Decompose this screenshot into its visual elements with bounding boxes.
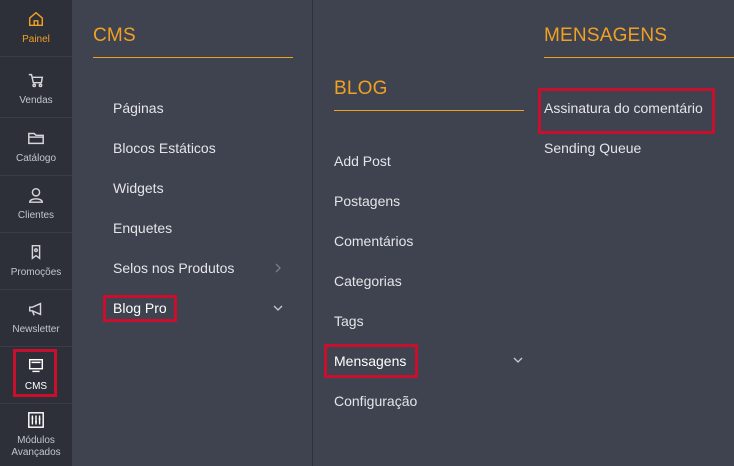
menu-item-blog-pro[interactable]: Blog Pro [113, 300, 167, 316]
rail-label-painel: Painel [22, 34, 50, 45]
rail-label-modulos: Módulos [17, 435, 55, 446]
cms-submenu: CMS Páginas Blocos Estáticos Widgets Enq… [72, 0, 313, 466]
chevron-down-icon [513, 357, 523, 363]
admin-sidebar: Painel Vendas Catálogo Clientes Promoçõe… [0, 0, 72, 466]
blog-title: BLOG [334, 78, 388, 99]
cart-icon [28, 73, 44, 88]
chevron-down-icon [273, 305, 283, 311]
folder-icon [28, 132, 44, 145]
rail-label-vendas: Vendas [19, 95, 53, 106]
home-icon [28, 11, 44, 27]
cms-title: CMS [93, 25, 136, 46]
rail-label-newsletter: Newsletter [12, 324, 60, 335]
rail-item-vendas[interactable]: Vendas [0, 61, 72, 118]
menu-item-add-post[interactable]: Add Post [334, 153, 391, 169]
menu-item-comentarios[interactable]: Comentários [334, 233, 413, 249]
rail-item-modulos-avancados[interactable]: Módulos Avançados [0, 404, 72, 466]
rail-item-cms[interactable]: CMS [0, 347, 72, 404]
cms-title-rule [93, 57, 293, 58]
rail-item-clientes[interactable]: Clientes [0, 176, 72, 233]
menu-item-selos-nos-produtos[interactable]: Selos nos Produtos [113, 260, 234, 276]
sliders-icon [28, 412, 44, 428]
rail-label-promocoes: Promoções [10, 267, 62, 278]
menu-item-sending-queue[interactable]: Sending Queue [544, 140, 641, 156]
menu-item-blocos-estaticos[interactable]: Blocos Estáticos [113, 140, 216, 156]
blog-title-rule [334, 110, 524, 111]
tag-icon [31, 244, 41, 260]
menu-item-mensagens[interactable]: Mensagens [334, 353, 406, 369]
menu-item-configuracao[interactable]: Configuração [334, 393, 417, 409]
rail-item-catalogo[interactable]: Catálogo [0, 119, 72, 176]
megaphone-icon [28, 302, 42, 316]
cms-highlight-box [13, 349, 57, 397]
rail-label-catalogo: Catálogo [15, 153, 57, 164]
menu-item-assinatura-do-comentario[interactable]: Assinatura do comentário [544, 100, 703, 116]
rail-item-painel[interactable]: Painel [0, 0, 72, 57]
chevron-right-icon [275, 263, 281, 273]
menu-item-postagens[interactable]: Postagens [334, 193, 400, 209]
rail-item-newsletter[interactable]: Newsletter [0, 290, 72, 347]
rail-item-promocoes[interactable]: Promoções [0, 233, 72, 290]
menu-item-paginas[interactable]: Páginas [113, 100, 164, 116]
user-icon [28, 187, 44, 203]
blog-submenu: BLOG Add Post Postagens Comentários Cate… [313, 0, 530, 466]
mensagens-title-rule [544, 57, 734, 58]
menu-item-tags[interactable]: Tags [334, 313, 364, 329]
mensagens-title: MENSAGENS [544, 25, 668, 46]
menu-item-categorias[interactable]: Categorias [334, 273, 402, 289]
rail-label-clientes: Clientes [17, 210, 55, 221]
menu-item-widgets[interactable]: Widgets [113, 180, 164, 196]
mensagens-submenu: MENSAGENS Assinatura do comentário Sendi… [530, 0, 734, 466]
rail-label-avancados: Avançados [11, 447, 61, 458]
menu-item-enquetes[interactable]: Enquetes [113, 220, 172, 236]
